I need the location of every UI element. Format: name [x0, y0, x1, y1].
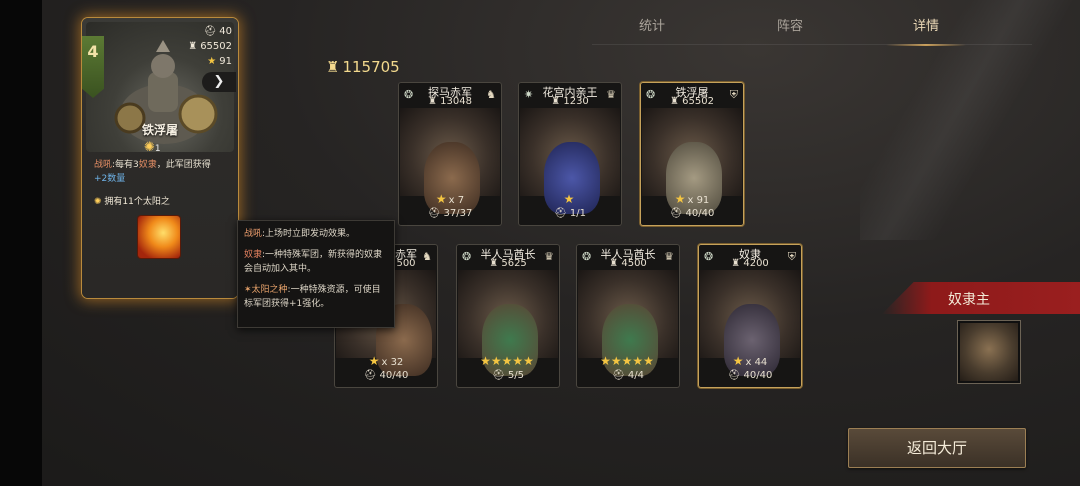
- helmet-icon: ⛑: [203, 26, 217, 37]
- unit-troops: ⛑ 1/1: [554, 208, 586, 219]
- unit-troops: ⛑ 37/37: [427, 208, 473, 219]
- unit-card[interactable]: ✷ ♛ 花宫内亲王 ♜ 1230 ★ ⛑ 1/1: [518, 82, 622, 226]
- unit-art: [520, 108, 620, 214]
- power-value: 65502: [200, 41, 232, 52]
- tab-details[interactable]: 详情: [866, 12, 986, 46]
- unit-stars: ★★★★★: [576, 354, 680, 368]
- tab-stats[interactable]: 统计: [592, 12, 712, 42]
- unit-power: ♜ 4500: [609, 258, 647, 269]
- sun-count: 1: [154, 144, 161, 154]
- owner-label: 奴隶主: [948, 292, 990, 308]
- featured-unit-name: 铁浮屠: [141, 123, 178, 137]
- star-icon: ★: [368, 354, 380, 368]
- star-count: x 44: [745, 357, 768, 368]
- total-power: ♜ 115705: [326, 58, 400, 76]
- featured-unit-card[interactable]: 4 ⛑ 40 ♜ 65502 ★ 91 ❯ 铁浮屠 ✺1 战吼:每有3奴隶，此军团获得…: [82, 18, 238, 298]
- unit-power-value: 65502: [682, 96, 714, 107]
- ownership-line: ✺ 拥有11个太阳之: [94, 194, 170, 207]
- troops-value: 40/40: [743, 370, 773, 381]
- troops-value: 40/40: [685, 208, 715, 219]
- power-icon: ♜: [188, 41, 198, 52]
- star-icon: ★★★★★: [600, 354, 654, 368]
- desc-text-2: ，此军团获得: [156, 160, 211, 170]
- unit-stars: ★★★★★: [456, 354, 560, 368]
- total-power-value: 115705: [342, 58, 400, 76]
- unit-power: ♜ 1230: [551, 96, 589, 107]
- tooltip-keyword: 奴隶: [244, 250, 263, 260]
- star-icon: ★: [563, 192, 575, 206]
- tooltip-text: :一种特殊军团，新获得的奴隶会自动加入其中。: [244, 250, 383, 274]
- tooltip-keyword: 战吼: [244, 229, 263, 239]
- troops-value: 5/5: [507, 370, 524, 381]
- unit-art: [458, 270, 558, 376]
- stars-value: 91: [219, 56, 232, 67]
- star-icon: ★: [207, 56, 217, 67]
- unit-stars: ★ x 44: [698, 354, 802, 368]
- unit-power: ♜ 13048: [428, 96, 472, 107]
- screen-edge: [0, 0, 42, 486]
- keyword-tooltip: 战吼:上场时立即发动效果。 奴隶:一种特殊军团，新获得的奴隶会自动加入其中。 ✶…: [237, 220, 395, 328]
- skill-icon[interactable]: [138, 216, 180, 258]
- star-count: x 91: [687, 195, 710, 206]
- owner-avatar[interactable]: [958, 321, 1020, 383]
- unit-card[interactable]: ❂ ⛨ 奴隶 ♜ 4200 ★ x 44 ⛑ 40/40: [698, 244, 802, 388]
- star-count: x 32: [381, 357, 404, 368]
- chevron-right-icon[interactable]: ❯: [202, 72, 236, 92]
- star-icon: ★: [435, 192, 447, 206]
- power-icon: ♜: [326, 58, 340, 76]
- star-count: x 7: [448, 195, 465, 206]
- battlecry-keyword: 战吼: [94, 160, 113, 170]
- unit-level: 4: [87, 42, 99, 61]
- desc-bonus: +2数量: [94, 174, 126, 184]
- unit-art: [400, 108, 500, 214]
- unit-power-value: 5625: [501, 258, 527, 269]
- command-value: 40: [219, 26, 232, 37]
- unit-power: ♜ 4200: [731, 258, 769, 269]
- unit-card[interactable]: ❂ ♛ 半人马酋长 ♜ 5625 ★★★★★ ⛑ 5/5: [456, 244, 560, 388]
- slave-keyword: 奴隶: [138, 160, 157, 170]
- star-icon: ★★★★★: [480, 354, 534, 368]
- sun-seed-badge: ✺1: [144, 140, 161, 155]
- star-icon: ★: [732, 354, 744, 368]
- unit-stars: ★ x 91: [640, 192, 744, 206]
- unit-stars: ★: [518, 192, 622, 206]
- unit-card[interactable]: ❂ ♛ 半人马酋长 ♜ 4500 ★★★★★ ⛑ 4/4: [576, 244, 680, 388]
- unit-troops: ⛑ 40/40: [669, 208, 715, 219]
- unit-power-value: 500: [396, 258, 416, 269]
- unit-power-value: 13048: [440, 96, 472, 107]
- tooltip-keyword: ✶太阳之种: [244, 285, 288, 295]
- unit-art: [578, 270, 678, 376]
- unit-troops: ⛑ 4/4: [612, 370, 644, 381]
- unit-power: ♜ 5625: [489, 258, 527, 269]
- unit-stars: ★ x 7: [398, 192, 502, 206]
- unit-art: [700, 270, 800, 376]
- tab-bar: 统计 阵容 详情: [592, 12, 1032, 46]
- tab-lineup[interactable]: 阵容: [730, 12, 850, 42]
- unit-stars: ★ x 32: [334, 354, 438, 368]
- featured-description: 战吼:每有3奴隶，此军团获得 +2数量: [94, 158, 232, 186]
- unit-card[interactable]: ❂ ⛨ 铁浮屠 ♜ 65502 ★ x 91 ⛑ 40/40: [640, 82, 744, 226]
- tooltip-text: :上场时立即发动效果。: [262, 229, 356, 239]
- star-icon: ★: [674, 192, 686, 206]
- unit-power-value: 4500: [621, 258, 647, 269]
- troops-value: 4/4: [627, 370, 644, 381]
- sun-icon: ✺: [94, 197, 105, 207]
- featured-stats: ⛑ 40 ♜ 65502 ★ 91: [188, 24, 232, 69]
- unit-troops: ⛑ 40/40: [363, 370, 409, 381]
- back-to-lobby-button[interactable]: 返回大厅: [848, 428, 1026, 468]
- unit-art: [642, 108, 742, 214]
- unit-troops: ⛑ 40/40: [727, 370, 773, 381]
- troops-value: 40/40: [379, 370, 409, 381]
- unit-power-value: 1230: [563, 96, 589, 107]
- unit-power: ♜ 65502: [670, 96, 714, 107]
- unit-power-value: 4200: [743, 258, 769, 269]
- ownership-text: 拥有11个太阳之: [104, 197, 170, 207]
- desc-text-1: :每有3: [112, 160, 139, 170]
- sun-icon: ✺: [144, 140, 155, 155]
- unit-troops: ⛑ 5/5: [492, 370, 524, 381]
- troops-value: 37/37: [443, 208, 473, 219]
- troops-value: 1/1: [569, 208, 586, 219]
- unit-card[interactable]: ❂ ♞ 探马赤军 ♜ 13048 ★ x 7 ⛑ 37/37: [398, 82, 502, 226]
- tab-divider: [592, 44, 1032, 45]
